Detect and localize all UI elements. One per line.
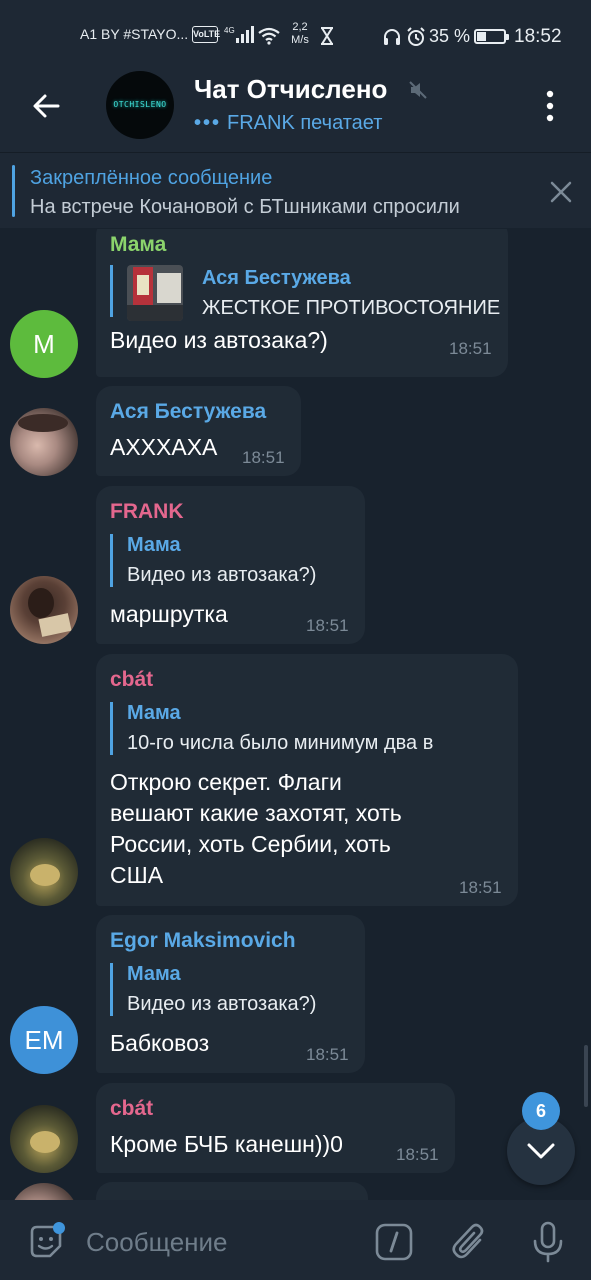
message-time: 18:51 xyxy=(306,1045,349,1064)
more-vertical-icon xyxy=(546,90,554,122)
pinned-title: Закреплённое сообщение xyxy=(30,167,273,189)
typing-dots: ••• xyxy=(194,112,222,134)
signal-icon: 4G xyxy=(224,26,254,49)
message-text-line: России, хоть Сербии, хоть xyxy=(110,831,391,857)
chat-title[interactable]: Чат Отчислено xyxy=(194,74,387,105)
message-sender[interactable]: cbát xyxy=(110,1097,153,1121)
message-text: Открою секрет. Флаги вешают какие захотя… xyxy=(110,767,402,891)
network-speed: 2,2 M/s xyxy=(291,21,309,46)
chat-header: OTCHISLENO Чат Отчислено ••• FRANK печата… xyxy=(0,62,591,152)
message-text: АХХХАХА xyxy=(110,434,218,460)
reply-media-thumbnail xyxy=(127,265,183,321)
back-button[interactable] xyxy=(26,86,66,126)
volte-icon: VoLTE xyxy=(192,26,220,43)
message-bubble[interactable]: Egor Maksimovich Мама Видео из автозака?… xyxy=(96,915,365,1073)
avatar[interactable] xyxy=(10,1105,78,1173)
unread-count-badge: 6 xyxy=(522,1092,560,1130)
sticker-icon xyxy=(30,1222,65,1258)
typing-status: ••• FRANK печатает xyxy=(194,112,382,135)
avatar[interactable]: М xyxy=(10,310,78,378)
pinned-close-button[interactable] xyxy=(548,179,574,205)
message-sender[interactable]: Egor Maksimovich xyxy=(110,929,296,953)
pinned-text: На встрече Кочановой с БТшниками спросил… xyxy=(30,196,460,218)
message-text: Кроме БЧБ канешн))0 xyxy=(110,1131,343,1157)
message-time: 18:51 xyxy=(449,339,492,358)
svg-text:4G: 4G xyxy=(224,26,235,35)
message-time: 18:51 xyxy=(306,616,349,635)
attach-button[interactable] xyxy=(450,1220,490,1264)
pinned-indicator xyxy=(12,165,15,217)
message-input[interactable]: Сообщение xyxy=(86,1227,228,1258)
battery-percent: 35 % xyxy=(429,26,471,46)
message-bubble[interactable]: Ася Бестужева АХХХАХА 18:51 xyxy=(96,386,301,476)
paperclip-icon xyxy=(452,1223,484,1259)
avatar[interactable]: EM xyxy=(10,1006,78,1074)
wifi-icon xyxy=(257,27,281,50)
message-time: 18:51 xyxy=(459,878,502,897)
slash-command-icon xyxy=(375,1223,413,1261)
more-menu-button[interactable] xyxy=(536,86,564,126)
message-sender[interactable]: FRANK xyxy=(110,500,184,524)
message-list[interactable]: Мама Ася Бестужева ЖЕСТКОЕ ПРОТИВОСТОЯНИ… xyxy=(0,229,591,1200)
avatar[interactable] xyxy=(10,576,78,644)
message-sender[interactable]: Мама xyxy=(110,233,166,257)
reply-sender: Мама xyxy=(127,534,181,556)
reply-quote[interactable]: Мама 10-го числа было минимум два в xyxy=(110,702,500,755)
typing-text: FRANK печатает xyxy=(227,112,383,134)
voice-record-button[interactable] xyxy=(530,1220,566,1264)
reply-text: Видео из автозака?) xyxy=(127,564,317,586)
sticker-button[interactable] xyxy=(26,1222,66,1262)
carrier-label: A1 BY #STAYO... xyxy=(80,26,189,42)
message-bubble[interactable]: Мама Ася Бестужева ЖЕСТКОЕ ПРОТИВОСТОЯНИ… xyxy=(96,229,508,377)
message-text: Видео из автозака?) xyxy=(110,327,328,353)
chat-avatar[interactable]: OTCHISLENO xyxy=(106,71,174,139)
muted-speaker-icon xyxy=(408,80,428,105)
reply-quote[interactable]: Мама Видео из автозака?) xyxy=(110,963,350,1016)
reply-quote[interactable]: Мама Видео из автозака?) xyxy=(110,534,350,587)
message-sender[interactable]: cbát xyxy=(110,668,153,692)
reply-sender: Ася Бестужева xyxy=(202,267,351,289)
avatar[interactable] xyxy=(10,1183,78,1200)
clock: 18:52 xyxy=(514,26,562,47)
avatar[interactable] xyxy=(10,838,78,906)
close-icon xyxy=(550,181,572,203)
message-input-bar: Сообщение xyxy=(0,1200,591,1280)
message-bubble[interactable]: cbát Кроме БЧБ канешн))0 18:51 xyxy=(96,1083,455,1173)
battery-icon xyxy=(474,29,509,44)
reply-text: 10-го числа было минимум два в xyxy=(127,732,434,754)
avatar[interactable] xyxy=(10,408,78,476)
message-text: маршрутка xyxy=(110,601,228,627)
message-time: 18:51 xyxy=(242,448,285,467)
reply-sender: Мама xyxy=(127,702,181,724)
alarm-icon xyxy=(406,27,426,52)
scrollbar[interactable] xyxy=(584,1045,588,1107)
message-time: 18:51 xyxy=(396,1145,439,1164)
message-text: Бабковоз xyxy=(110,1030,210,1056)
message-text-line: вешают какие захотят, хоть xyxy=(110,800,402,826)
headphones-icon xyxy=(383,28,401,51)
microphone-icon xyxy=(533,1221,563,1263)
arrow-left-icon xyxy=(33,94,60,118)
hourglass-icon xyxy=(320,27,334,50)
message-bubble[interactable]: cbát Мама 10-го числа было минимум два в… xyxy=(96,654,518,906)
pinned-message[interactable]: Закреплённое сообщение На встрече Кочано… xyxy=(0,152,591,228)
reply-sender: Мама xyxy=(127,963,181,985)
bot-command-button[interactable] xyxy=(374,1222,414,1262)
reply-text: ЖЕСТКОЕ ПРОТИВОСТОЯНИЕ xyxy=(202,297,501,319)
message-text-line: США xyxy=(110,862,164,888)
status-bar: A1 BY #STAYO... VoLTE 4G 2,2 M/s 35 % 18… xyxy=(0,0,591,62)
chat-avatar-logo: OTCHISLENO xyxy=(113,100,167,109)
reply-text: Видео из автозака?) xyxy=(127,993,317,1015)
message-bubble-partial[interactable] xyxy=(96,1182,368,1200)
message-text-line: Открою секрет. Флаги xyxy=(110,769,342,795)
message-bubble[interactable]: FRANK Мама Видео из автозака?) маршрутка… xyxy=(96,486,365,644)
reply-quote[interactable]: Ася Бестужева ЖЕСТКОЕ ПРОТИВОСТОЯНИЕ xyxy=(110,265,500,321)
message-sender[interactable]: Ася Бестужева xyxy=(110,400,266,424)
